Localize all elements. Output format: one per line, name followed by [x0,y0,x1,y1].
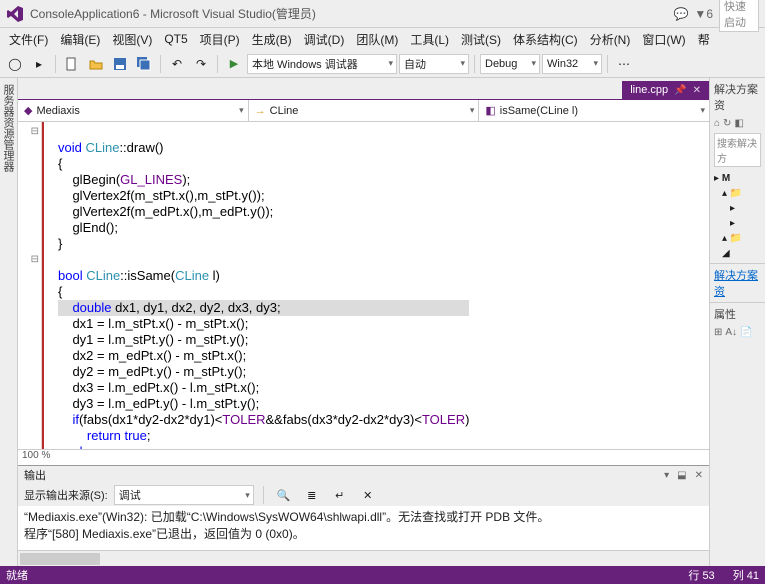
status-line: 行 53 [688,567,714,583]
scope-combo[interactable]: ◆Mediaxis [18,100,249,121]
server-explorer-tab[interactable]: 服务器资源管理器 [0,82,17,566]
tab-line-cpp[interactable]: line.cpp 📌 ✕ [622,81,709,99]
menu-file[interactable]: 文件(F) [4,29,53,50]
feedback-icon[interactable]: 💬 [673,7,688,21]
tab-label: line.cpp [630,84,668,96]
output-source-label: 显示输出来源(S): [24,487,108,503]
solution-explorer-link[interactable]: 解决方案资 [710,263,765,302]
menu-analyze[interactable]: 分析(N) [585,29,636,50]
code-editor[interactable]: ⊟ ⊟ void CLine::draw() { glBegin(GL_LINE… [18,122,709,449]
editor-gutter: ⊟ ⊟ [18,122,42,449]
save-all-icon[interactable] [133,53,155,75]
menu-qt[interactable]: QT5 [159,30,192,48]
titlebar: ConsoleApplication6 - Microsoft Visual S… [0,0,765,28]
properties-title: 属性 [710,302,765,325]
props-cat-icon[interactable]: ⊞ [714,327,722,338]
platform-combo[interactable]: Win32 [542,54,602,74]
output-close-icon[interactable]: ✕ [695,470,703,481]
code-navbar: ◆Mediaxis →CLine ◧isSame(CLine l) [18,100,709,122]
toolbar: ◯ ▸ ↶ ↷ ▶ 本地 Windows 调试器 自动 Debug Win32 … [0,50,765,78]
vs-logo-icon [6,5,24,23]
nav-back-icon[interactable]: ◯ [4,53,26,75]
output-dropdown-icon[interactable]: ▾ [664,470,669,481]
solution-search[interactable]: 搜索解决方 [714,133,761,167]
solution-toolbar: ⌂↻◧ [710,116,765,131]
open-file-icon[interactable] [85,53,107,75]
config-combo[interactable]: Debug [480,54,540,74]
output-pin-icon[interactable]: ⬓ [677,470,686,481]
window-title: ConsoleApplication6 - Microsoft Visual S… [30,5,673,22]
nav-fwd-icon[interactable]: ▸ [28,53,50,75]
pin-icon[interactable]: 📌 [674,85,686,96]
output-step-icon[interactable]: ≣ [301,484,323,506]
menu-arch[interactable]: 体系结构(C) [508,29,583,50]
menu-tools[interactable]: 工具(L) [405,29,454,50]
props-az-icon[interactable]: A↓ [725,327,737,338]
output-scrollbar[interactable] [18,550,709,566]
notifications-icon[interactable]: ▼6 [694,7,713,21]
solution-tree[interactable]: ▸ M ▴ 📁 ▸ ▸ ▴ 📁 ◢ [710,169,765,263]
output-text[interactable]: “Mediaxis.exe”(Win32): 已加载“C:\Windows\Sy… [18,506,709,550]
menu-test[interactable]: 测试(S) [456,29,506,50]
overflow-icon[interactable]: ⋯ [613,53,635,75]
change-marker [42,122,44,449]
solution-explorer-title: 解决方案资 [710,78,765,116]
output-panel: 输出 ▾ ⬓ ✕ 显示输出来源(S): 调试 🔍 ≣ ↵ ✕ “Mediaxis.e… [18,465,709,566]
refresh-icon[interactable]: ↻ [723,118,731,129]
document-tabstrip: line.cpp 📌 ✕ [18,78,709,100]
close-icon[interactable]: ✕ [693,85,701,96]
collapse-icon[interactable]: ◧ [734,118,743,129]
class-combo[interactable]: →CLine [249,100,480,121]
status-col: 列 41 [733,567,759,583]
menu-window[interactable]: 窗口(W) [637,29,690,50]
right-sidebar: 解决方案资 ⌂↻◧ 搜索解决方 ▸ M ▴ 📁 ▸ ▸ ▴ 📁 ◢ 解决方案资 … [709,78,765,566]
auto-combo[interactable]: 自动 [399,54,469,74]
undo-icon[interactable]: ↶ [166,53,188,75]
menu-edit[interactable]: 编辑(E) [55,29,105,50]
status-ready: 就绪 [6,567,28,583]
props-page-icon[interactable]: 📄 [740,327,752,338]
save-icon[interactable] [109,53,131,75]
new-file-icon[interactable] [61,53,83,75]
zoom-level[interactable]: 100 % [18,449,709,465]
member-combo[interactable]: ◧isSame(CLine l) [479,100,709,121]
redo-icon[interactable]: ↷ [190,53,212,75]
menu-debug[interactable]: 调试(D) [299,29,350,50]
debugger-combo[interactable]: 本地 Windows 调试器 [247,54,397,74]
menu-project[interactable]: 项目(P) [195,29,245,50]
quick-launch[interactable]: 快速启动 [719,0,759,32]
start-debug-button[interactable]: ▶ [223,53,245,75]
left-sidebar: 服务器资源管理器 工具箱 [0,78,18,566]
home-icon[interactable]: ⌂ [714,118,720,129]
code-content: void CLine::draw() { glBegin(GL_LINES); … [42,122,469,449]
output-source-combo[interactable]: 调试 [114,485,254,505]
output-find-icon[interactable]: 🔍 [273,484,295,506]
menu-view[interactable]: 视图(V) [107,29,157,50]
menubar: 文件(F) 编辑(E) 视图(V) QT5 项目(P) 生成(B) 调试(D) … [0,28,765,50]
output-clear-icon[interactable]: ✕ [357,484,379,506]
menu-build[interactable]: 生成(B) [247,29,297,50]
output-title: 输出 [24,467,46,483]
menu-team[interactable]: 团队(M) [351,29,403,50]
output-wrap-icon[interactable]: ↵ [329,484,351,506]
status-bar: 就绪 行 53 列 41 [0,566,765,584]
menu-help[interactable]: 帮 [693,29,715,50]
